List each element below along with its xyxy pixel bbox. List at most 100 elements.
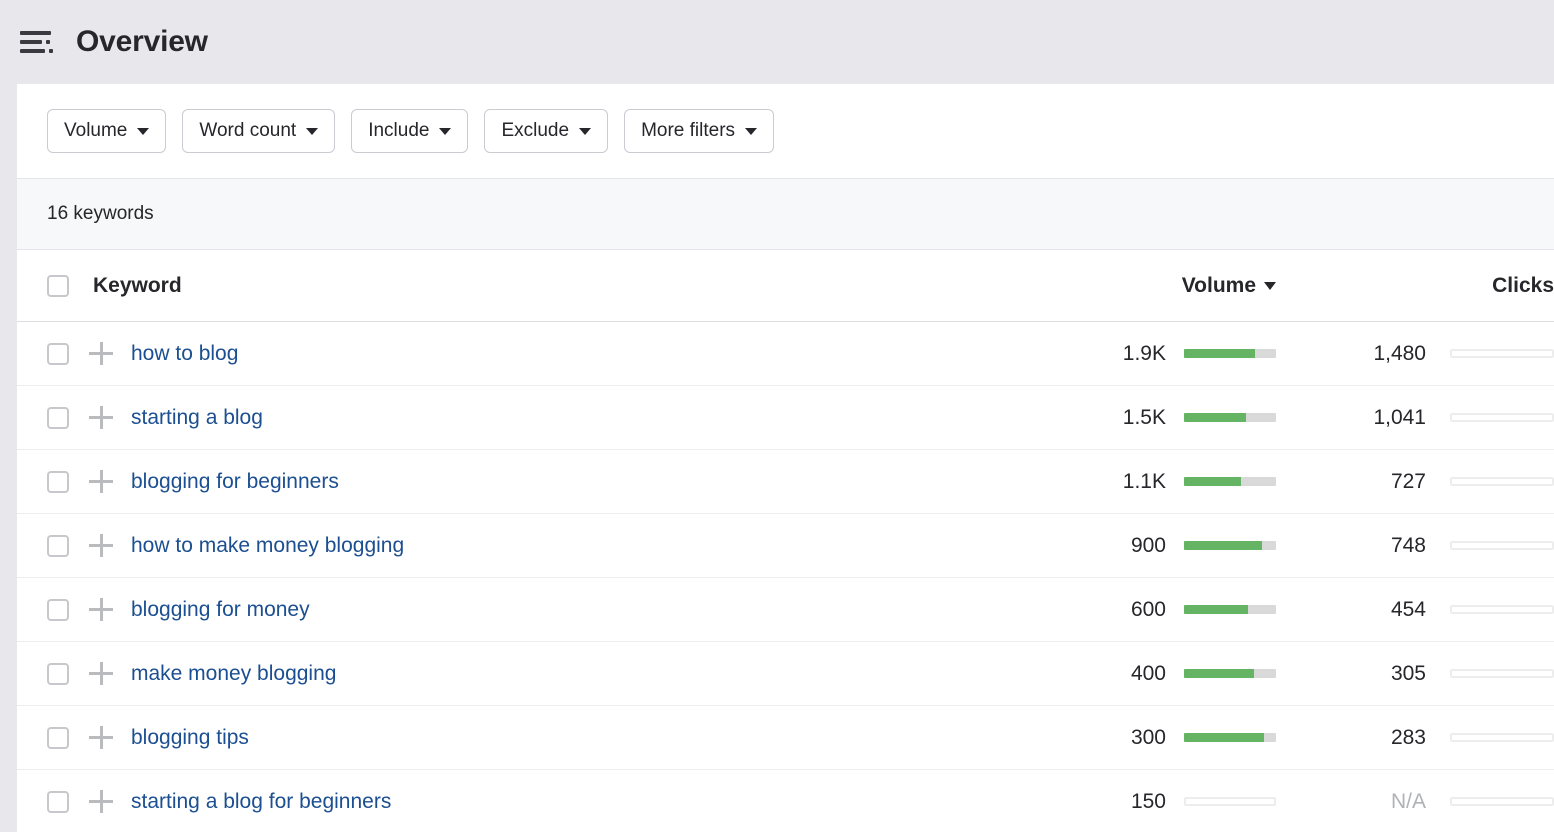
column-header-volume-label: Volume [1182,274,1256,298]
volume-value: 300 [1054,726,1166,750]
row-checkbox[interactable] [47,727,69,749]
column-header-clicks[interactable]: Clicks [1276,274,1554,298]
keyword-link[interactable]: blogging tips [131,726,249,750]
keyword-link[interactable]: blogging for money [131,598,310,622]
clicks-value: 727 [1276,470,1426,494]
table-row[interactable]: make money blogging400305 [17,642,1554,706]
clicks-bar-empty [1450,605,1554,614]
volume-bar-fill [1184,541,1262,550]
clicks-bar-empty [1450,669,1554,678]
row-checkbox[interactable] [47,407,69,429]
clicks-value: N/A [1276,790,1426,814]
clicks-bar [1450,413,1554,422]
filter-exclude-button[interactable]: Exclude [484,109,608,153]
keywords-table: Keyword Volume Clicks how to blog 1.9K 1,4… [17,250,1554,832]
filter-word-count-button[interactable]: Word count [182,109,335,153]
add-keyword-icon[interactable] [89,597,115,623]
clicks-bar [1450,541,1554,550]
row-checkbox[interactable] [47,663,69,685]
row-checkbox[interactable] [47,343,69,365]
column-header-volume[interactable]: Volume [1054,274,1276,298]
filter-include-button[interactable]: Include [351,109,468,153]
add-keyword-icon[interactable] [89,405,115,431]
clicks-bar [1450,605,1554,614]
row-checkbox[interactable] [47,791,69,813]
volume-bar-track [1184,477,1276,486]
table-row[interactable]: starting a blog 1.5K 1,041 [17,386,1554,450]
volume-bar-fill [1184,733,1264,742]
volume-value: 400 [1054,662,1166,686]
chevron-down-icon [579,128,591,135]
volume-value: 150 [1054,790,1166,814]
clicks-bar-empty [1450,541,1554,550]
volume-bar-empty [1184,797,1276,806]
filter-more-filters-label: More filters [641,120,735,142]
keyword-link[interactable]: how to make money blogging [131,534,404,558]
chevron-down-icon [745,128,757,135]
filter-more-filters-button[interactable]: More filters [624,109,774,153]
clicks-bar-empty [1450,733,1554,742]
clicks-bar-empty [1450,797,1554,806]
add-keyword-icon[interactable] [89,661,115,687]
table-row[interactable]: blogging tips 300 283 [17,706,1554,770]
select-all-checkbox[interactable] [47,275,69,297]
volume-bar-fill [1184,477,1241,486]
column-header-keyword[interactable]: Keyword [93,274,182,298]
clicks-value: 748 [1276,534,1426,558]
clicks-value: 1,480 [1276,342,1426,366]
table-row[interactable]: starting a blog for beginners 150 N/A [17,770,1554,832]
volume-bar [1184,477,1276,486]
clicks-bar [1450,349,1554,358]
row-checkbox[interactable] [47,599,69,621]
volume-bar-fill [1184,349,1255,358]
clicks-bar [1450,669,1554,678]
row-checkbox[interactable] [47,535,69,557]
add-keyword-icon[interactable] [89,341,115,367]
volume-value: 1.5K [1054,406,1166,430]
filter-include-label: Include [368,120,429,142]
filter-volume-button[interactable]: Volume [47,109,166,153]
volume-bar-track [1184,669,1276,678]
volume-bar [1184,733,1276,742]
volume-bar [1184,349,1276,358]
table-row[interactable]: blogging for money 600 454 [17,578,1554,642]
clicks-bar [1450,733,1554,742]
page-title: Overview [76,25,208,59]
table-header-row: Keyword Volume Clicks [17,250,1554,322]
table-row[interactable]: how to blog 1.9K 1,480 [17,322,1554,386]
volume-bar-fill [1184,669,1254,678]
clicks-value: 283 [1276,726,1426,750]
volume-bar-fill [1184,605,1248,614]
table-row[interactable]: blogging for beginners1.1K727 [17,450,1554,514]
volume-bar [1184,669,1276,678]
hamburger-icon[interactable] [17,24,53,60]
table-row[interactable]: how to make money blogging 900 748 [17,514,1554,578]
keyword-link[interactable]: starting a blog [131,406,263,430]
content-panel: Volume Word count Include Exclude More f… [17,84,1554,832]
keyword-link[interactable]: how to blog [131,342,238,366]
volume-bar-track [1184,413,1276,422]
filter-bar: Volume Word count Include Exclude More f… [17,84,1554,179]
add-keyword-icon[interactable] [89,789,115,815]
volume-value: 1.9K [1054,342,1166,366]
volume-value: 600 [1054,598,1166,622]
filter-exclude-label: Exclude [501,120,569,142]
add-keyword-icon[interactable] [89,725,115,751]
app-header: Overview [0,0,1554,84]
add-keyword-icon[interactable] [89,533,115,559]
clicks-value: 454 [1276,598,1426,622]
clicks-bar [1450,797,1554,806]
filter-volume-label: Volume [64,120,127,142]
keyword-link[interactable]: make money blogging [131,662,336,686]
add-keyword-icon[interactable] [89,469,115,495]
keyword-link[interactable]: blogging for beginners [131,470,339,494]
volume-bar-track [1184,541,1276,550]
filter-word-count-label: Word count [199,120,296,142]
volume-bar [1184,605,1276,614]
chevron-down-icon [306,128,318,135]
clicks-bar-empty [1450,349,1554,358]
row-checkbox[interactable] [47,471,69,493]
volume-value: 900 [1054,534,1166,558]
clicks-value: 1,041 [1276,406,1426,430]
keyword-link[interactable]: starting a blog for beginners [131,790,391,814]
